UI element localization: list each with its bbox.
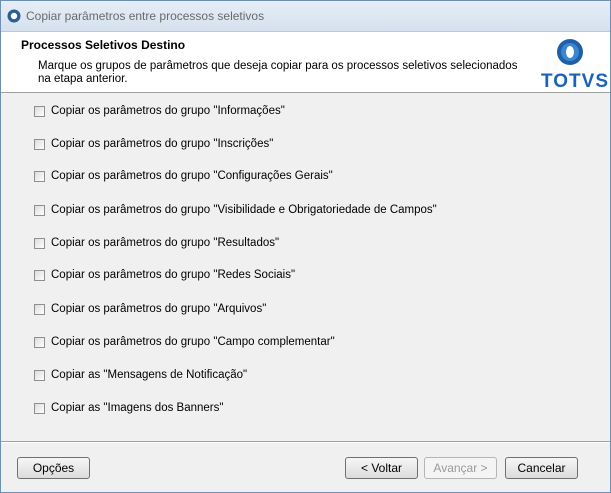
checkbox[interactable] xyxy=(34,336,45,348)
option-arquivos[interactable]: Copiar os parâmetros do grupo "Arquivos" xyxy=(34,301,266,317)
next-button[interactable]: Avançar > xyxy=(424,457,497,479)
window-title: Copiar parâmetros entre processos seleti… xyxy=(26,9,265,23)
option-configuracoes-gerais[interactable]: Copiar os parâmetros do grupo "Configura… xyxy=(34,168,333,184)
checkbox[interactable] xyxy=(34,105,45,117)
option-label: Copiar os parâmetros do grupo "Arquivos" xyxy=(51,303,267,315)
options-list: Copiar os parâmetros do grupo "Informaçõ… xyxy=(1,93,610,438)
wizard-header: Processos Seletivos Destino Marque os gr… xyxy=(1,32,610,93)
checkbox[interactable] xyxy=(34,269,45,281)
option-label: Copiar os parâmetros do grupo "Informaçõ… xyxy=(51,105,285,117)
page-description: Marque os grupos de parâmetros que desej… xyxy=(38,60,518,85)
checkbox[interactable] xyxy=(34,402,45,414)
option-resultados[interactable]: Copiar os parâmetros do grupo "Resultado… xyxy=(34,235,279,251)
cancel-button[interactable]: Cancelar xyxy=(505,457,578,479)
option-label: Copiar os parâmetros do grupo "Redes Soc… xyxy=(51,269,296,281)
checkbox[interactable] xyxy=(34,369,45,381)
option-label: Copiar os parâmetros do grupo "Resultado… xyxy=(51,237,280,249)
options-button[interactable]: Opções xyxy=(17,457,90,479)
option-campo-complementar[interactable]: Copiar os parâmetros do grupo "Campo com… xyxy=(34,334,335,350)
option-redes-sociais[interactable]: Copiar os parâmetros do grupo "Redes Soc… xyxy=(34,267,295,283)
option-label: Copiar os parâmetros do grupo "Visibilid… xyxy=(51,204,437,216)
option-visibilidade[interactable]: Copiar os parâmetros do grupo "Visibilid… xyxy=(34,202,437,218)
dialog-window: Copiar parâmetros entre processos seleti… xyxy=(0,0,611,493)
app-icon xyxy=(7,9,21,23)
checkbox[interactable] xyxy=(34,170,45,182)
option-label: Copiar os parâmetros do grupo "Configura… xyxy=(51,170,333,182)
page-title: Processos Seletivos Destino xyxy=(21,38,186,52)
checkbox[interactable] xyxy=(34,138,45,150)
title-bar[interactable]: Copiar parâmetros entre processos seleti… xyxy=(1,1,610,32)
checkbox[interactable] xyxy=(34,303,45,315)
logo-text: TOTVS xyxy=(541,71,609,92)
option-label: Copiar as "Imagens dos Banners" xyxy=(51,402,224,414)
option-inscricoes[interactable]: Copiar os parâmetros do grupo "Inscriçõe… xyxy=(34,136,273,152)
footer-divider xyxy=(1,441,610,443)
option-label: Copiar os parâmetros do grupo "Campo com… xyxy=(51,336,335,348)
back-button[interactable]: < Voltar xyxy=(345,457,418,479)
option-mensagens-notificacao[interactable]: Copiar as "Mensagens de Notificação" xyxy=(34,367,247,383)
option-label: Copiar os parâmetros do grupo "Inscriçõe… xyxy=(51,138,274,150)
option-informacoes[interactable]: Copiar os parâmetros do grupo "Informaçõ… xyxy=(34,103,285,119)
option-label: Copiar as "Mensagens de Notificação" xyxy=(51,369,248,381)
option-imagens-banners[interactable]: Copiar as "Imagens dos Banners" xyxy=(34,400,223,416)
checkbox[interactable] xyxy=(34,237,45,249)
checkbox[interactable] xyxy=(34,204,45,216)
